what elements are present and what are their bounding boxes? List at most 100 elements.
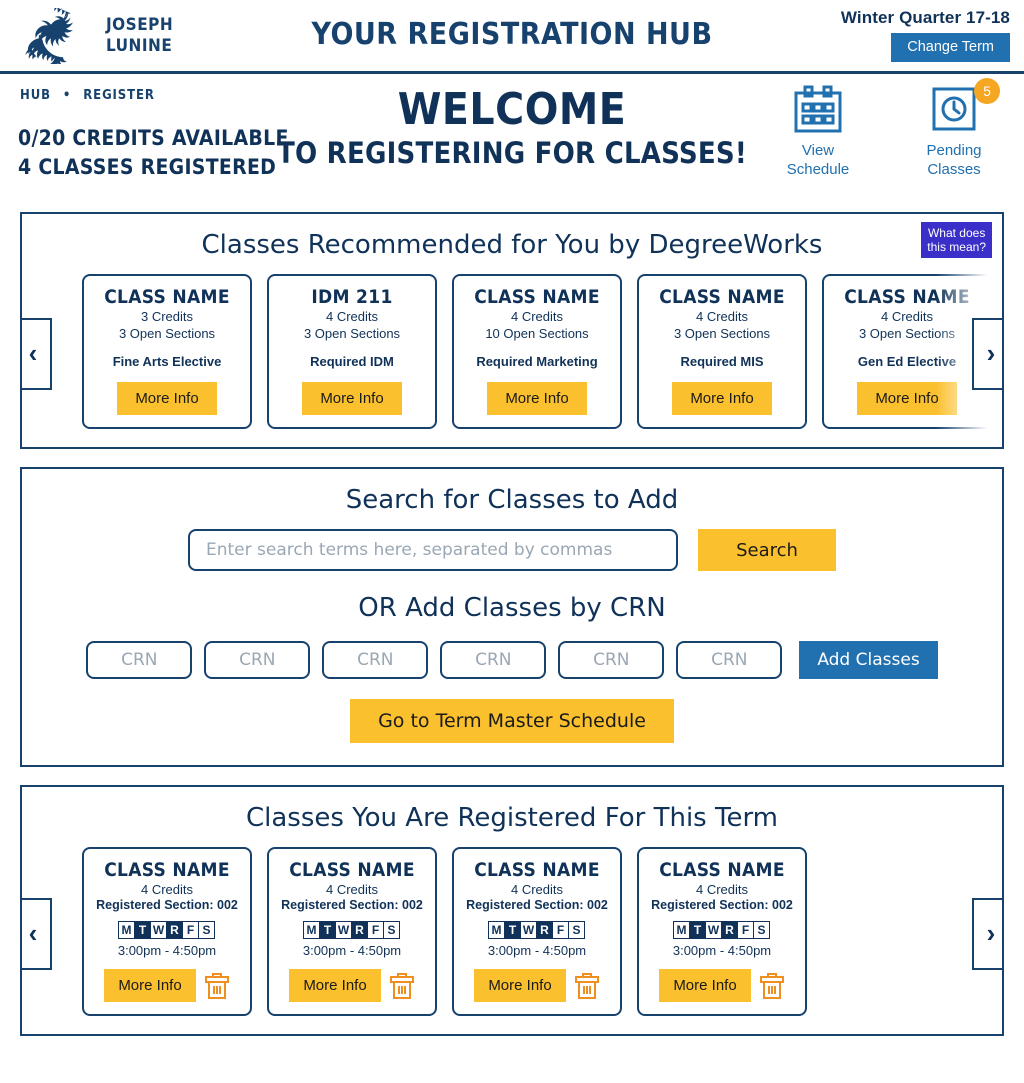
- recommended-carousel: ‹ › CLASS NAME 3 Credits 3 Open Sections Fi…: [22, 260, 1002, 447]
- card-actions: More Info: [647, 969, 797, 1002]
- registered-next-button[interactable]: ›: [972, 897, 1002, 970]
- recommended-class-card[interactable]: CLASS NAME 4 Credits 3 Open Sections Requir…: [637, 274, 807, 429]
- crn-title: OR Add Classes by CRN: [358, 593, 666, 623]
- search-input[interactable]: [188, 529, 678, 571]
- more-info-button[interactable]: More Info: [857, 382, 957, 415]
- day-T: T: [689, 921, 706, 939]
- hint-line1: What does: [927, 226, 986, 240]
- registered-carousel: ‹ › CLASS NAME 4 Credits Registered Sectio…: [22, 833, 1002, 1034]
- crn-input[interactable]: [676, 641, 783, 679]
- class-credits: 3 Credits: [140, 309, 194, 324]
- class-credits: 4 Credits: [695, 882, 749, 897]
- class-name: CLASS NAME: [474, 286, 600, 308]
- trash-icon[interactable]: [759, 972, 785, 1000]
- card-actions: More Info: [92, 969, 242, 1002]
- pending-classes-link[interactable]: 5 Pending Classes: [906, 78, 1002, 179]
- crn-input[interactable]: [322, 641, 429, 679]
- recommended-title: Classes Recommended for You by DegreeWor…: [201, 230, 823, 260]
- class-name: CLASS NAME: [844, 286, 970, 308]
- card-actions: More Info: [277, 969, 427, 1002]
- recommended-class-card[interactable]: CLASS NAME 4 Credits 3 Open Sections Gen Ed…: [822, 274, 992, 429]
- class-category: Fine Arts Elective: [112, 354, 222, 369]
- registered-title: Classes You Are Registered For This Term: [246, 803, 778, 833]
- registered-class-card[interactable]: CLASS NAME 4 Credits Registered Section: 0…: [452, 847, 622, 1016]
- registered-prev-button[interactable]: ‹: [22, 897, 52, 970]
- more-info-button[interactable]: More Info: [104, 969, 196, 1002]
- day-W: W: [335, 921, 352, 939]
- class-credits: 4 Credits: [880, 309, 934, 324]
- crn-input[interactable]: [86, 641, 193, 679]
- section-number: 002: [217, 898, 238, 912]
- search-button[interactable]: Search: [698, 529, 836, 571]
- registered-class-card[interactable]: CLASS NAME 4 Credits Registered Section: 0…: [637, 847, 807, 1016]
- class-category: Gen Ed Elective: [857, 354, 957, 369]
- recommended-class-card[interactable]: CLASS NAME 4 Credits 10 Open Sections Requi…: [452, 274, 622, 429]
- go-to-term-master-schedule-button[interactable]: Go to Term Master Schedule: [350, 699, 674, 743]
- class-credits: 4 Credits: [510, 882, 564, 897]
- day-S: S: [568, 921, 585, 939]
- view-schedule-label-line2: Schedule: [786, 161, 850, 178]
- registered-section: Registered Section: 002: [651, 898, 793, 912]
- pending-classes-badge: 5: [974, 78, 1000, 104]
- calendar-icon: [770, 82, 866, 138]
- search-title: Search for Classes to Add: [345, 485, 679, 515]
- trash-icon[interactable]: [574, 972, 600, 1000]
- class-name: CLASS NAME: [104, 859, 230, 881]
- recommended-next-button[interactable]: ›: [972, 317, 1002, 390]
- more-info-button[interactable]: More Info: [474, 969, 566, 1002]
- search-row: Search: [22, 529, 1002, 571]
- hint-line2: this mean?: [927, 240, 986, 254]
- brand: JOSEPH LUNINE: [0, 7, 174, 64]
- meeting-time: 3:00pm - 4:50pm: [117, 943, 217, 958]
- brand-name-line1: JOSEPH: [106, 14, 174, 35]
- class-credits: 4 Credits: [325, 882, 379, 897]
- more-info-button[interactable]: More Info: [117, 382, 217, 415]
- what-does-this-mean-button[interactable]: What does this mean?: [921, 222, 992, 258]
- recommended-class-card[interactable]: CLASS NAME 3 Credits 3 Open Sections Fine A…: [82, 274, 252, 429]
- day-W: W: [150, 921, 167, 939]
- trash-icon[interactable]: [389, 972, 415, 1000]
- term-selector: Winter Quarter 17-18 Change Term: [841, 8, 1010, 62]
- day-R: R: [351, 921, 368, 939]
- crn-input[interactable]: [204, 641, 311, 679]
- view-schedule-label-line1: View: [801, 142, 835, 159]
- view-schedule-link[interactable]: View Schedule: [770, 82, 866, 179]
- day-R: R: [166, 921, 183, 939]
- trash-icon[interactable]: [204, 972, 230, 1000]
- class-open-sections: 3 Open Sections: [673, 326, 771, 341]
- class-credits: 4 Credits: [140, 882, 194, 897]
- day-F: F: [182, 921, 199, 939]
- class-credits: 4 Credits: [510, 309, 564, 324]
- meeting-time: 3:00pm - 4:50pm: [487, 943, 587, 958]
- view-schedule-label: View Schedule: [770, 141, 866, 179]
- pending-classes-label: Pending Classes: [906, 141, 1002, 179]
- registered-class-card[interactable]: CLASS NAME 4 Credits Registered Section: 0…: [82, 847, 252, 1016]
- search-panel: Search for Classes to Add Search OR Add …: [20, 467, 1004, 767]
- class-credits: 4 Credits: [325, 309, 379, 324]
- crn-input[interactable]: [558, 641, 665, 679]
- crn-input[interactable]: [440, 641, 547, 679]
- day-R: R: [721, 921, 738, 939]
- registered-section: Registered Section: 002: [96, 898, 238, 912]
- recommended-prev-button[interactable]: ‹: [22, 317, 52, 390]
- recommended-class-card[interactable]: IDM 211 4 Credits 3 Open Sections Required …: [267, 274, 437, 429]
- day-W: W: [705, 921, 722, 939]
- registered-class-card[interactable]: CLASS NAME 4 Credits Registered Section: 0…: [267, 847, 437, 1016]
- more-info-button[interactable]: More Info: [659, 969, 751, 1002]
- more-info-button[interactable]: More Info: [302, 382, 402, 415]
- more-info-button[interactable]: More Info: [487, 382, 587, 415]
- more-info-button[interactable]: More Info: [672, 382, 772, 415]
- add-classes-button[interactable]: Add Classes: [799, 641, 938, 679]
- change-term-button[interactable]: Change Term: [891, 33, 1010, 62]
- day-F: F: [737, 921, 754, 939]
- day-M: M: [673, 921, 690, 939]
- recommended-card-track: CLASS NAME 3 Credits 3 Open Sections Fine A…: [22, 260, 1002, 447]
- section-number: 002: [587, 898, 608, 912]
- meeting-time: 3:00pm - 4:50pm: [302, 943, 402, 958]
- more-info-button[interactable]: More Info: [289, 969, 381, 1002]
- day-T: T: [319, 921, 336, 939]
- section-number: 002: [772, 898, 793, 912]
- current-term-label: Winter Quarter 17-18: [840, 8, 1010, 27]
- class-name: IDM 211: [311, 286, 393, 308]
- class-credits: 4 Credits: [695, 309, 749, 324]
